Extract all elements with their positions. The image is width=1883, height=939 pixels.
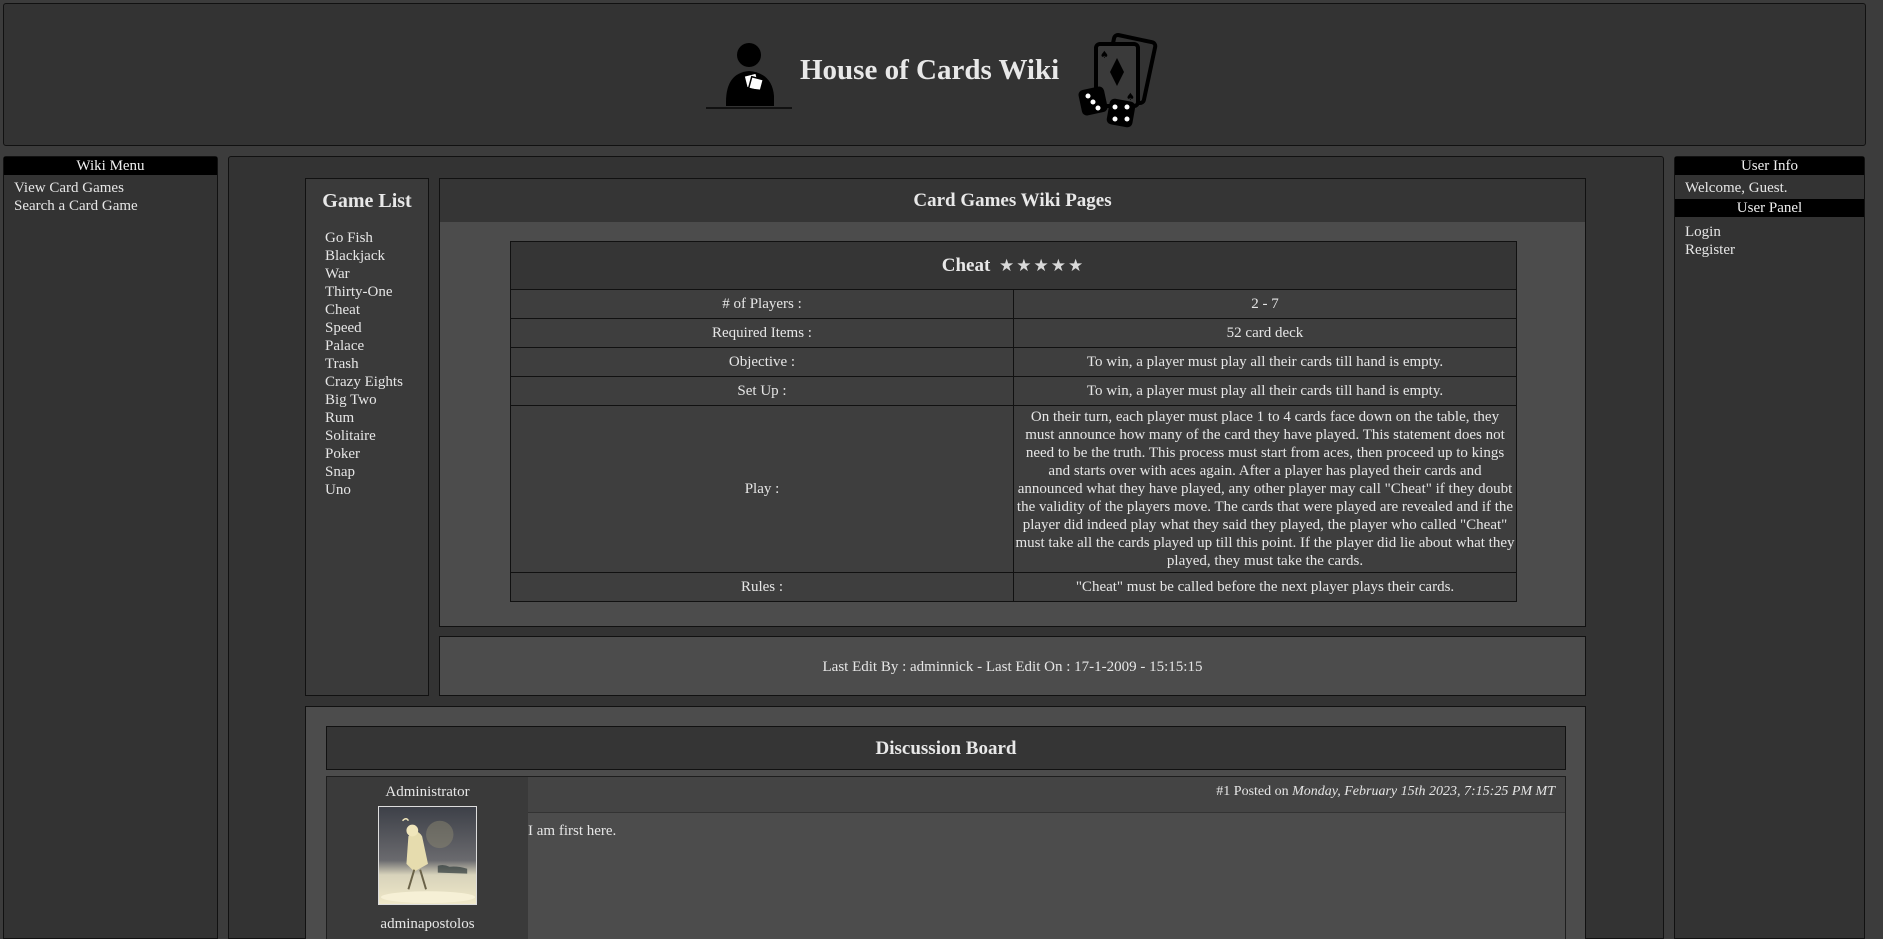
- cards-and-dice-icon: ♠ ♠: [1078, 33, 1158, 128]
- post-author: Administrator adminapostolos: [327, 777, 528, 939]
- row-value: On their turn, each player must place 1 …: [1013, 405, 1517, 573]
- game-link-go-fish[interactable]: Go Fish: [325, 229, 428, 247]
- row-label: # of Players :: [510, 289, 1014, 319]
- game-link-palace[interactable]: Palace: [325, 337, 428, 355]
- row-label: Objective :: [510, 347, 1014, 377]
- game-name: Cheat: [941, 254, 991, 276]
- user-panel-title: User Panel: [1675, 199, 1864, 217]
- game-link-thirty-one[interactable]: Thirty-One: [325, 283, 428, 301]
- discussion-post: Administrator adminapostolos #1 Posted o…: [326, 776, 1566, 939]
- wiki-pages-panel: Card Games Wiki Pages Cheat ★★★★★ # of P…: [439, 178, 1586, 627]
- post-header: #1 Posted on Monday, February 15th 2023,…: [528, 777, 1565, 813]
- post-date: Monday, February 15th 2023, 7:15:25 PM M…: [1292, 784, 1555, 799]
- row-value: To win, a player must play all their car…: [1013, 347, 1517, 377]
- search-card-game-link[interactable]: Search a Card Game: [14, 197, 207, 215]
- game-link-speed[interactable]: Speed: [325, 319, 428, 337]
- svg-text:♠: ♠: [1100, 50, 1109, 61]
- avatar[interactable]: [378, 806, 477, 905]
- table-row: Rules : "Cheat" must be called before th…: [510, 572, 1517, 602]
- last-edit-info: Last Edit By : adminnick - Last Edit On …: [439, 636, 1586, 696]
- user-info-title: User Info: [1675, 157, 1864, 175]
- discussion-board: Discussion Board Administrator adminapos…: [305, 706, 1586, 939]
- row-value: "Cheat" must be called before the next p…: [1013, 572, 1517, 602]
- wiki-menu-title: Wiki Menu: [4, 157, 217, 175]
- game-link-solitaire[interactable]: Solitaire: [325, 427, 428, 445]
- row-label: Set Up :: [510, 376, 1014, 406]
- game-link-rum[interactable]: Rum: [325, 409, 428, 427]
- table-row: # of Players : 2 - 7: [510, 289, 1517, 319]
- login-link[interactable]: Login: [1685, 223, 1854, 241]
- table-row: Objective : To win, a player must play a…: [510, 347, 1517, 377]
- wiki-pages-title: Card Games Wiki Pages: [440, 179, 1585, 222]
- author-role: Administrator: [385, 784, 470, 800]
- row-value: To win, a player must play all their car…: [1013, 376, 1517, 406]
- game-link-trash[interactable]: Trash: [325, 355, 428, 373]
- table-row: Play : On their turn, each player must p…: [510, 405, 1517, 573]
- discussion-board-title: Discussion Board: [326, 726, 1566, 770]
- welcome-text: Welcome, Guest.: [1685, 180, 1788, 196]
- site-header: House of Cards Wiki ♠ ♠: [3, 3, 1866, 146]
- game-link-snap[interactable]: Snap: [325, 463, 428, 481]
- game-link-blackjack[interactable]: Blackjack: [325, 247, 428, 265]
- game-link-uno[interactable]: Uno: [325, 481, 428, 499]
- post-body: I am first here.: [528, 813, 1565, 939]
- author-name[interactable]: adminapostolos: [327, 915, 528, 933]
- row-label: Play :: [510, 405, 1014, 573]
- game-list-panel: Game List Go Fish Blackjack War Thirty-O…: [305, 178, 429, 696]
- game-link-crazy-eights[interactable]: Crazy Eights: [325, 373, 428, 391]
- game-link-big-two[interactable]: Big Two: [325, 391, 428, 409]
- table-row: Set Up : To win, a player must play all …: [510, 376, 1517, 406]
- register-link[interactable]: Register: [1685, 241, 1854, 259]
- game-info-table: Cheat ★★★★★ # of Players : 2 - 7 Require…: [510, 241, 1517, 602]
- user-info-sidebar: User Info Welcome, Guest. User Panel Log…: [1674, 156, 1865, 939]
- view-card-games-link[interactable]: View Card Games: [14, 179, 207, 197]
- rating-stars[interactable]: ★★★★★: [999, 256, 1085, 275]
- game-link-war[interactable]: War: [325, 265, 428, 283]
- game-link-poker[interactable]: Poker: [325, 445, 428, 463]
- row-label: Rules :: [510, 572, 1014, 602]
- game-link-cheat[interactable]: Cheat: [325, 301, 428, 319]
- card-player-icon: [706, 43, 792, 109]
- game-table-header: Cheat ★★★★★: [510, 241, 1517, 290]
- row-value: 2 - 7: [1013, 289, 1517, 319]
- site-title[interactable]: House of Cards Wiki: [800, 54, 1059, 87]
- row-value: 52 card deck: [1013, 318, 1517, 348]
- game-list-title: Game List: [322, 190, 412, 212]
- row-label: Required Items :: [510, 318, 1014, 348]
- table-row: Required Items : 52 card deck: [510, 318, 1517, 348]
- wiki-menu-sidebar: Wiki Menu View Card Games Search a Card …: [3, 156, 218, 939]
- post-number: #1 Posted on: [1216, 784, 1289, 799]
